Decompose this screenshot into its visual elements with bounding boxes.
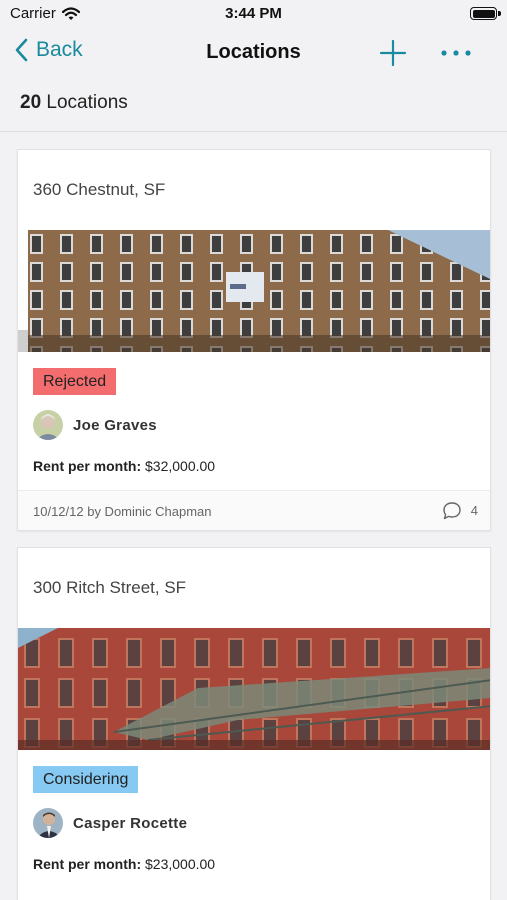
plus-icon[interactable]	[378, 38, 408, 68]
nav-bar: Back Locations	[0, 28, 507, 78]
divider	[0, 131, 507, 132]
location-card[interactable]: 300 Ritch Street, SF Considering Casper …	[17, 547, 491, 900]
avatar	[33, 808, 63, 838]
rent-label: Rent per month:	[33, 458, 142, 474]
contact[interactable]: Joe Graves	[33, 410, 157, 440]
contact-name: Casper Rocette	[73, 814, 188, 832]
rent-value: $23,000.00	[145, 856, 216, 872]
chevron-left-icon	[15, 38, 28, 62]
battery-icon	[470, 7, 497, 20]
location-card[interactable]: 360 Chestnut, SF Rejected Joe Graves Ren…	[17, 149, 491, 531]
avatar	[33, 410, 63, 440]
card-footer: 10/12/12 by Dominic Chapman 4	[18, 490, 490, 530]
count-label: Locations	[46, 92, 128, 113]
back-button[interactable]: Back	[14, 38, 83, 62]
more-icon[interactable]	[438, 38, 474, 68]
rent-label: Rent per month:	[33, 856, 142, 872]
status-badge: Considering	[33, 766, 139, 793]
contact[interactable]: Casper Rocette	[33, 808, 187, 838]
battery-nub	[498, 11, 501, 16]
status-time: 3:44 PM	[225, 5, 282, 22]
location-photo	[18, 628, 490, 750]
rent-value: $32,000.00	[145, 458, 216, 474]
comments-button[interactable]: 4	[442, 501, 478, 520]
rent: Rent per month: $32,000.00	[33, 458, 215, 474]
back-label: Back	[36, 38, 83, 61]
location-address: 360 Chestnut, SF	[33, 180, 166, 199]
count-number: 20	[20, 92, 42, 113]
comment-icon	[443, 502, 461, 520]
contact-name: Joe Graves	[73, 416, 157, 434]
location-address: 300 Ritch Street, SF	[33, 578, 187, 597]
card-meta: 10/12/12 by Dominic Chapman	[33, 504, 212, 519]
status-bar: Carrier 3:44 PM	[0, 0, 507, 28]
location-photo	[18, 230, 490, 352]
rent: Rent per month: $23,000.00	[33, 856, 215, 872]
status-badge: Rejected	[33, 368, 117, 395]
comment-count: 4	[470, 503, 478, 518]
locations-count: 20 Locations	[20, 92, 128, 114]
